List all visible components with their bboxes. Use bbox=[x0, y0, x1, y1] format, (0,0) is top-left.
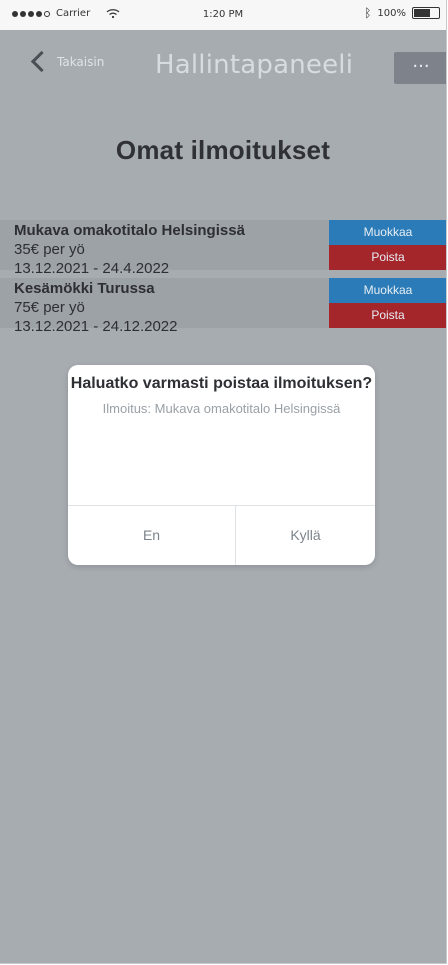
navigation-bar: Takaisin Hallintapaneeli bbox=[0, 30, 446, 100]
edit-button[interactable]: Muokkaa bbox=[329, 278, 446, 303]
dialog-subtitle: Ilmoitus: Mukava omakotitalo Helsingissä bbox=[102, 401, 341, 416]
app-frame: Carrier 1:20 PM ᛒ 100% Takaisin Hallinta… bbox=[0, 0, 447, 964]
listing-price: 35€ per yö bbox=[14, 241, 85, 258]
battery-label: 100% bbox=[377, 7, 406, 19]
delete-button[interactable]: Poista bbox=[329, 303, 446, 328]
more-menu-button[interactable]: ··· bbox=[394, 52, 446, 84]
cancel-button[interactable]: En bbox=[68, 506, 235, 565]
dialog-title: Haluatko varmasti poistaa ilmoituksen? bbox=[70, 375, 373, 392]
back-label: Takaisin bbox=[57, 54, 105, 69]
page-title: Omat ilmoitukset bbox=[115, 135, 331, 165]
listing-row: Mukava omakotitalo Helsingissä 35€ per y… bbox=[0, 220, 446, 277]
listing-info: Kesämökki Turussa 75€ per yö 13.12.2021 … bbox=[14, 278, 177, 335]
confirm-button[interactable]: Kyllä bbox=[236, 506, 375, 565]
status-bar: Carrier 1:20 PM ᛒ 100% bbox=[0, 0, 446, 30]
listing-title: Mukava omakotitalo Helsingissä bbox=[14, 222, 245, 239]
bluetooth-icon: ᛒ bbox=[364, 6, 372, 20]
status-right: ᛒ 100% bbox=[364, 6, 440, 20]
listing-title: Kesämökki Turussa bbox=[14, 280, 155, 297]
back-button[interactable]: Takaisin bbox=[30, 50, 105, 73]
listing-row: Kesämökki Turussa 75€ per yö 13.12.2021 … bbox=[0, 278, 446, 335]
confirm-delete-dialog: Haluatko varmasti poistaa ilmoituksen? I… bbox=[68, 365, 375, 565]
delete-button[interactable]: Poista bbox=[329, 245, 446, 270]
battery-icon bbox=[412, 7, 440, 19]
nav-title: Hallintapaneeli bbox=[155, 50, 354, 80]
chevron-left-icon bbox=[30, 50, 53, 73]
listing-info: Mukava omakotitalo Helsingissä 35€ per y… bbox=[14, 220, 245, 277]
listing-dates: 13.12.2021 - 24.4.2022 bbox=[14, 260, 170, 277]
listing-price: 75€ per yö bbox=[14, 299, 85, 316]
listing-dates: 13.12.2021 - 24.12.2022 bbox=[14, 318, 178, 335]
edit-button[interactable]: Muokkaa bbox=[329, 220, 446, 245]
